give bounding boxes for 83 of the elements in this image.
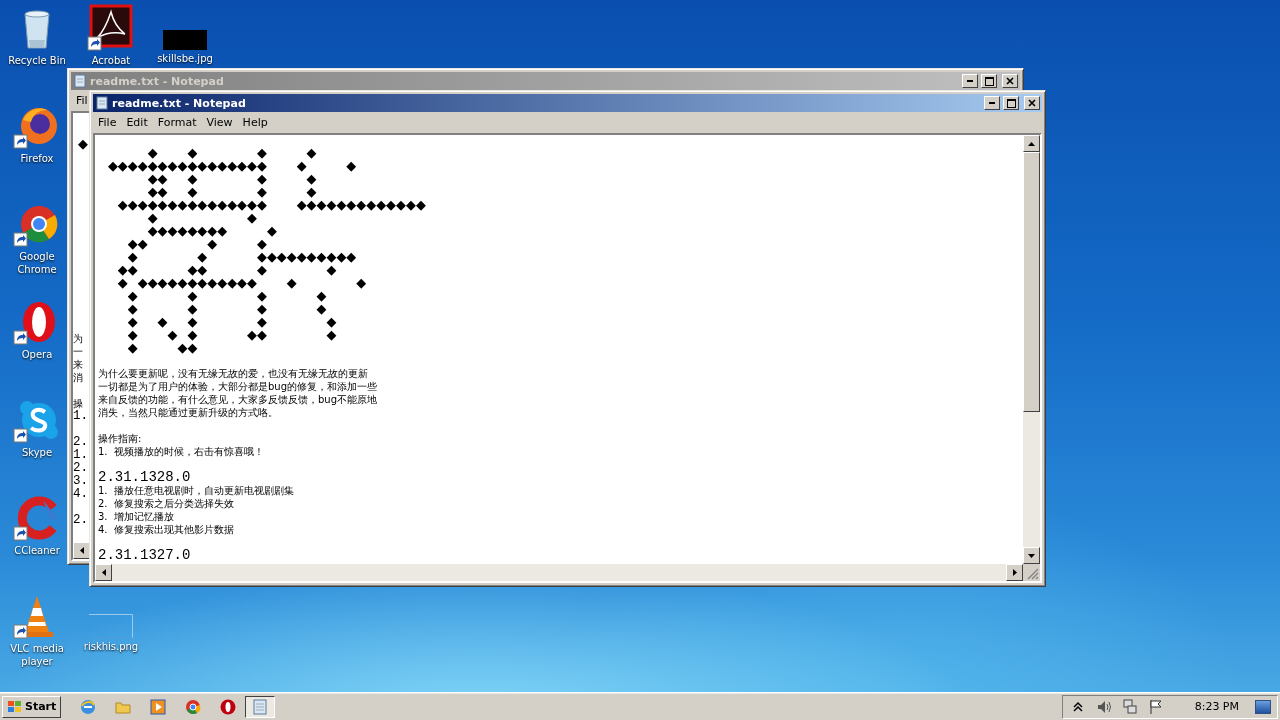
- close-icon: [1028, 99, 1036, 107]
- version-line: 2.: [73, 514, 88, 527]
- version-line: 2.31.1327.0: [98, 549, 191, 562]
- wheel-icon[interactable]: [184, 697, 203, 716]
- text-line: 来: [73, 358, 83, 371]
- text-line: 1. 视频播放的时候，右击有惊喜哦！: [98, 445, 264, 458]
- version-line: 4.: [73, 488, 88, 501]
- network-icon[interactable]: [1120, 697, 1139, 716]
- minimize-icon: [967, 80, 973, 82]
- maximize-icon: [1006, 98, 1016, 108]
- ascii-art-line: ◆ ◆ ◆ ◆ ◆: [126, 315, 337, 328]
- menu-item[interactable]: Format: [152, 116, 202, 129]
- up-arrow-icon[interactable]: [1028, 141, 1035, 146]
- ascii-art-line: ◆◆ ◆ ◆ ◆: [146, 185, 317, 198]
- menu-item[interactable]: Help: [237, 116, 273, 129]
- down-arrow-icon[interactable]: [1028, 553, 1035, 558]
- ascii-art-line: ◆ ◆ ◆ ◆: [146, 146, 317, 159]
- window-title: readme.txt - Notepad: [90, 74, 225, 88]
- menu-item[interactable]: Fil: [71, 94, 93, 107]
- minimize-button[interactable]: [962, 74, 978, 88]
- text-line: 消: [73, 371, 83, 384]
- maximize-button[interactable]: [981, 74, 997, 88]
- version-line: 2.: [73, 462, 88, 475]
- window-title: readme.txt - Notepad: [112, 96, 247, 110]
- version-line: 3.: [73, 475, 88, 488]
- menu-item[interactable]: View: [201, 116, 238, 129]
- text-line: 一: [73, 345, 83, 358]
- close-button[interactable]: [1002, 74, 1018, 88]
- globe-icon[interactable]: [79, 697, 98, 716]
- ring-icon[interactable]: [219, 697, 238, 716]
- ascii-art-line: ◆ ◆: [147, 211, 257, 224]
- text-line: 2. 修复搜索之后分类选择失效: [98, 497, 234, 510]
- play-icon[interactable]: [149, 697, 168, 716]
- version-line: 1.: [73, 449, 88, 462]
- left-arrow-icon[interactable]: [79, 547, 84, 554]
- ascii-art-line: ◆◆◆◆◆◆◆◆ ◆: [146, 224, 277, 237]
- text-line: 为: [73, 332, 83, 345]
- scroll-thumb[interactable]: [1023, 152, 1040, 412]
- version-line: 1.: [73, 410, 88, 423]
- ascii-art-line: ◆◆◆◆◆◆◆◆◆◆◆◆◆◆◆ ◆◆◆◆◆◆◆◆◆◆◆◆◆: [116, 198, 426, 211]
- ascii-art-line: ◆ ◆◆◆◆◆◆◆◆◆◆◆◆ ◆ ◆: [116, 276, 367, 289]
- start-button[interactable]: Start: [2, 695, 62, 718]
- version-line: 2.31.1328.0: [98, 471, 191, 484]
- ascii-art-line: ◆◆ ◆ ◆ ◆: [147, 172, 317, 185]
- ascii-art-line: ◆◆ ◆◆ ◆ ◆: [116, 263, 337, 276]
- horizontal-scrollbar[interactable]: [95, 564, 1023, 581]
- minimize-icon: [989, 102, 995, 104]
- right-arrow-icon[interactable]: [1012, 569, 1017, 576]
- maximize-button[interactable]: [1003, 96, 1019, 110]
- vertical-scrollbar[interactable]: [1023, 135, 1040, 564]
- notepad-icon: [251, 697, 270, 716]
- ascii-art-line: ◆ ◆ ◆ ◆: [127, 289, 327, 302]
- left-arrow-icon[interactable]: [101, 569, 106, 576]
- ascii-art-line: ◆: [78, 137, 88, 150]
- taskbar-button[interactable]: [245, 695, 276, 718]
- menu-item[interactable]: Edit: [121, 116, 153, 129]
- text-line: 4. 修复搜索出现其他影片数据: [98, 523, 234, 536]
- maximize-icon: [984, 76, 994, 86]
- text-line: 来自反馈的功能，有什么意见，大家多反馈反馈，bug不能原地: [98, 393, 378, 406]
- text-line: 操: [73, 397, 83, 410]
- ascii-art-line: ◆ ◆ ◆ ◆◆ ◆: [126, 328, 337, 341]
- notepad-icon: [95, 96, 109, 110]
- text-line: 消失，当然只能通过更新升级的方式咯。: [98, 406, 278, 419]
- version-line: 2.: [73, 436, 88, 449]
- text-line: 操作指南:: [98, 432, 142, 445]
- ascii-art-line: ◆ ◆ ◆ ◆: [126, 302, 327, 315]
- text-line: 为什么要更新呢，没有无缘无故的爱，也没有无缘无故的更新: [98, 367, 368, 380]
- show-desktop-button[interactable]: [1255, 699, 1271, 714]
- text-line: 1. 播放任意电视剧时，自动更新电视剧剧集: [98, 484, 294, 497]
- minimize-button[interactable]: [984, 96, 1000, 110]
- ascii-art-line: ◆◆ ◆ ◆: [126, 237, 267, 250]
- windows-flag-icon: [7, 699, 23, 714]
- menu-item[interactable]: File: [93, 116, 122, 129]
- text-line: 3. 增加记忆播放: [98, 510, 174, 523]
- ascii-art-line: ◆ ◆ ◆◆◆◆◆◆◆◆◆◆: [126, 250, 357, 263]
- ascii-art-line: ◆◆◆◆◆◆◆◆◆◆◆◆◆◆◆◆ ◆ ◆: [106, 159, 357, 172]
- ascii-art-line: ◆ ◆◆: [126, 341, 198, 354]
- size-grip[interactable]: [1023, 564, 1040, 581]
- close-button[interactable]: [1024, 96, 1040, 110]
- close-icon: [1006, 77, 1014, 85]
- text-line: 一切都是为了用户的体验，大部分都是bug的修复，和添加一些: [98, 380, 378, 393]
- notepad-icon: [73, 74, 87, 88]
- clock[interactable]: 8:23 PM: [1194, 700, 1239, 713]
